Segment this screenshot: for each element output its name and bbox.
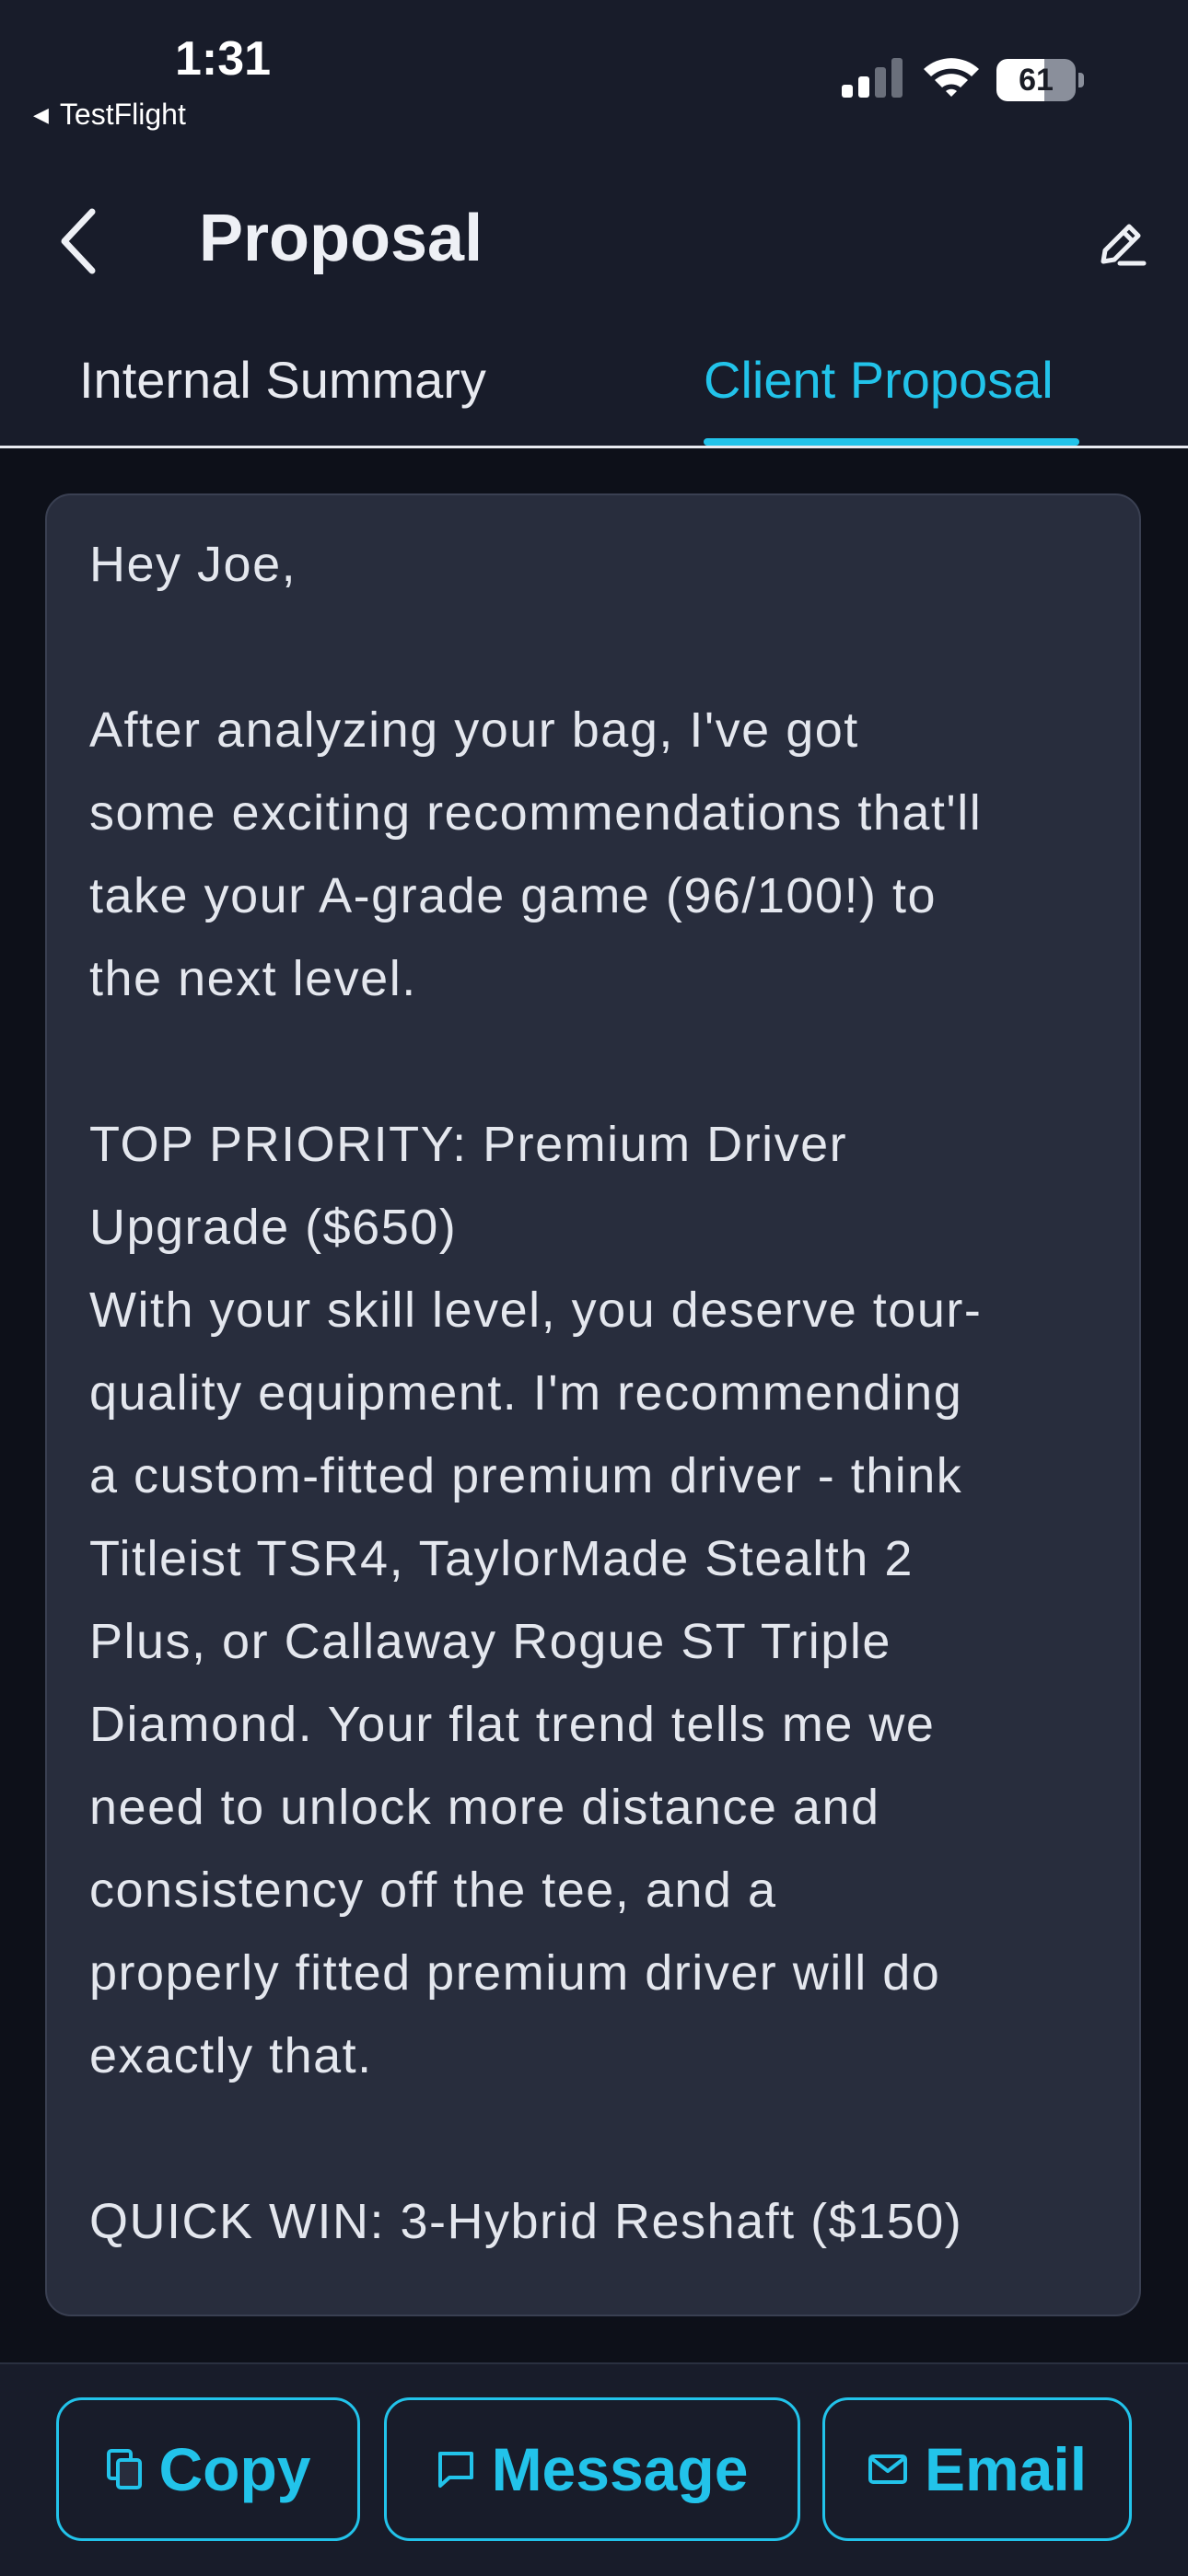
edit-icon[interactable] [1096,217,1147,269]
copy-label: Copy [158,2435,311,2503]
wifi-icon [924,58,979,97]
page-title: Proposal [199,202,483,275]
back-app-label: TestFlight [59,98,186,131]
message-icon [437,2452,473,2488]
copy-icon [106,2449,142,2489]
copy-button[interactable]: Copy [56,2397,360,2541]
tab-client-proposal[interactable]: Client Proposal [704,350,1054,410]
proposal-text[interactable]: Hey Joe, After analyzing your bag, I've … [89,523,1112,2263]
email-button[interactable]: Email [822,2397,1132,2541]
message-label: Message [491,2435,749,2503]
battery-level: 61 [1019,63,1054,98]
tab-internal-summary[interactable]: Internal Summary [79,350,486,410]
message-button[interactable]: Message [384,2397,800,2541]
chevron-left-icon[interactable] [53,204,105,278]
mail-icon [868,2454,907,2484]
back-triangle-icon: ◀ [33,102,49,126]
proposal-card[interactable]: Hey Joe, After analyzing your bag, I've … [45,493,1141,2316]
battery-icon: 61 [996,59,1085,101]
signal-icon [842,58,903,98]
back-to-app-link[interactable]: ◀ TestFlight [33,98,186,132]
email-label: Email [924,2435,1088,2503]
tabs-divider [0,446,1188,448]
status-time: 1:31 [175,32,272,86]
active-tab-indicator [704,438,1079,446]
header: 1:31 ◀ TestFlight 61 Proposal Internal S… [0,0,1188,448]
